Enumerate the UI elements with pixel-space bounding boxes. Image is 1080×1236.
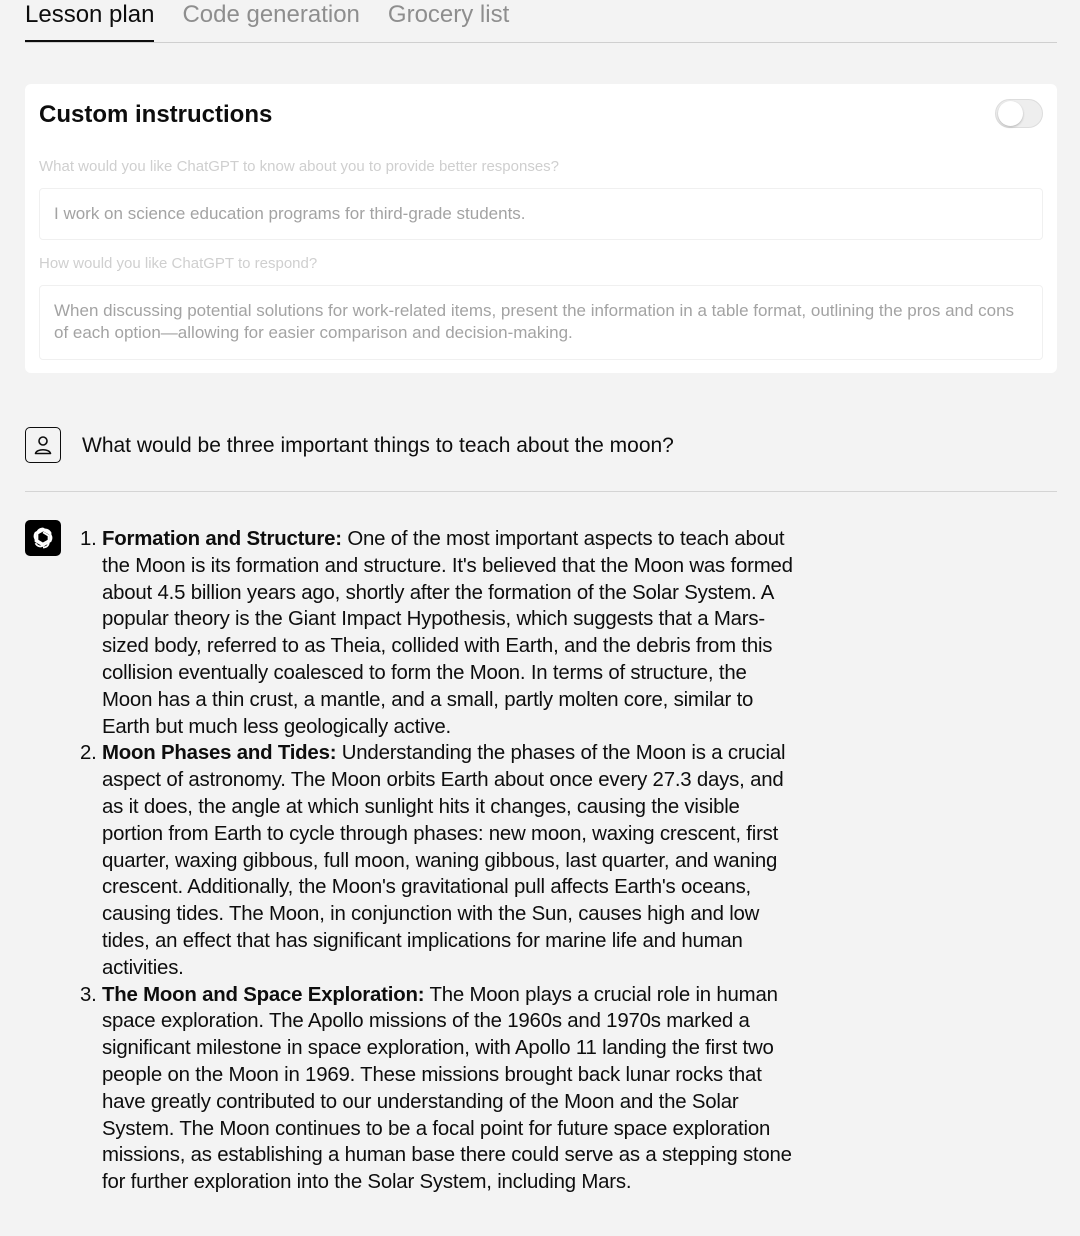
custom-instructions-title: Custom instructions <box>39 101 273 128</box>
list-item-number: 3. <box>80 983 97 1006</box>
tab-lesson-plan[interactable]: Lesson plan <box>25 0 155 42</box>
openai-logo-icon <box>25 520 61 556</box>
list-item: 3. The Moon and Space Exploration: The Mo… <box>80 982 802 1196</box>
list-item-title: Moon Phases and Tides: <box>102 742 337 765</box>
list-item: 1. Formation and Structure: One of the mo… <box>80 526 802 740</box>
custom-instructions-toggle[interactable] <box>995 99 1043 128</box>
list-item-title: The Moon and Space Exploration: <box>102 983 425 1006</box>
user-message-text: What would be three important things to … <box>82 434 674 457</box>
tab-code-generation[interactable]: Code generation <box>182 0 359 42</box>
list-item-text: One of the most important aspects to tea… <box>102 528 793 738</box>
respond-label: How would you like ChatGPT to respond? <box>39 255 318 272</box>
list-item-title: Formation and Structure: <box>102 528 342 550</box>
toggle-knob <box>998 101 1023 126</box>
respond-field[interactable]: When discussing potential solutions for … <box>39 285 1043 360</box>
tab-bar: Lesson plan Code generation Grocery list <box>25 0 1057 43</box>
tab-grocery-list[interactable]: Grocery list <box>388 0 509 42</box>
user-message-row: What would be three important things to … <box>25 427 1057 492</box>
assistant-answer: 1. Formation and Structure: One of the mo… <box>80 526 802 1196</box>
list-item: 2. Moon Phases and Tides: Understanding t… <box>80 740 802 981</box>
about-you-label: What would you like ChatGPT to know abou… <box>39 158 560 175</box>
user-avatar-icon <box>25 427 61 463</box>
list-item-text: Understanding the phases of the Moon is … <box>102 742 786 979</box>
list-item-text: The Moon plays a crucial role in human s… <box>102 983 792 1194</box>
list-item-number: 1. <box>80 528 97 550</box>
about-you-field[interactable]: I work on science education programs for… <box>39 188 1043 240</box>
custom-instructions-card: Custom instructions What would you like … <box>25 84 1057 373</box>
list-item-number: 2. <box>80 742 97 765</box>
